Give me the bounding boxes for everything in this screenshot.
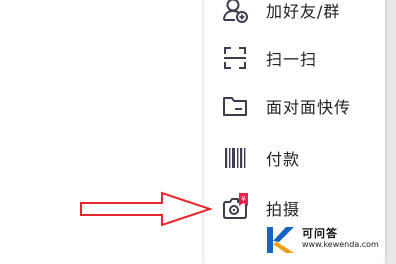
menu-item-label: 拍摄: [266, 200, 301, 219]
menu-item-label: 扫一扫: [266, 50, 318, 69]
menu-item-label: 加好友/群: [266, 2, 341, 21]
add-friend-icon: [223, 0, 248, 23]
background-edge: [385, 0, 396, 264]
menu-item-face-transfer[interactable]: 面对面快传: [204, 82, 385, 130]
watermark-url: www.kewenda.com: [302, 240, 379, 249]
scan-icon: [224, 47, 246, 69]
camera-icon: ¥: [223, 193, 248, 219]
watermark-name: 可问答: [302, 227, 338, 240]
pointer-arrow: [80, 191, 212, 227]
menu-item-payment[interactable]: 付款: [204, 134, 385, 182]
badge-yen: ¥: [241, 195, 246, 203]
barcode-icon: [225, 148, 246, 168]
watermark: 可问答 www.kewenda.com: [264, 222, 382, 258]
menu-item-label: 面对面快传: [266, 98, 352, 117]
menu-item-label: 付款: [266, 150, 301, 169]
folder-transfer-icon: [223, 97, 247, 116]
menu-item-add-friend[interactable]: 加好友/群: [204, 0, 385, 34]
menu-item-scan[interactable]: 扫一扫: [204, 34, 385, 82]
watermark-logo: [267, 227, 294, 253]
